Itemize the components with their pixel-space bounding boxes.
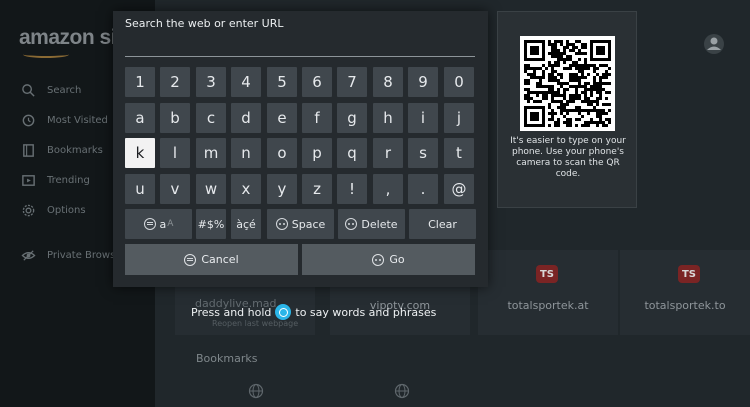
key-h[interactable]: h: [373, 103, 403, 133]
tile-title: totalsportek.to: [644, 299, 726, 312]
go-button[interactable]: Go: [302, 244, 475, 275]
eye-slash-icon: [20, 247, 36, 263]
symbols-key[interactable]: #$%: [196, 209, 226, 239]
key-g[interactable]: g: [337, 103, 367, 133]
search-icon: [20, 82, 36, 98]
key-symbol[interactable]: @: [444, 174, 474, 204]
key-i[interactable]: i: [408, 103, 438, 133]
space-label: Space: [291, 217, 326, 231]
key-x[interactable]: x: [231, 174, 261, 204]
key-z[interactable]: z: [302, 174, 332, 204]
dots-icon: [345, 218, 358, 230]
remote-play-icon: [372, 253, 385, 266]
key-0[interactable]: 0: [444, 67, 474, 97]
dots-icon: [275, 218, 288, 230]
url-field-label: Search the web or enter URL: [125, 17, 284, 30]
key-p[interactable]: p: [302, 138, 332, 168]
qr-panel: It's easier to type on your phone. Use y…: [497, 11, 637, 208]
history-icon: [20, 112, 36, 128]
key-w[interactable]: w: [196, 174, 226, 204]
tile-title: totalsportek.at: [507, 299, 589, 312]
sidebar-item-label: Options: [47, 204, 86, 216]
key-5[interactable]: 5: [267, 67, 297, 97]
key-j[interactable]: j: [444, 103, 474, 133]
bookmark-icon: [20, 142, 36, 158]
key-l[interactable]: l: [160, 138, 190, 168]
key-u[interactable]: u: [125, 174, 155, 204]
voice-hint: Press and hold to say words and phrases: [191, 304, 436, 320]
sidebar-item-label: Bookmarks: [47, 144, 103, 156]
delete-label: Delete: [361, 217, 398, 231]
trending-icon: [20, 172, 36, 188]
key-r[interactable]: r: [373, 138, 403, 168]
qr-code: [520, 36, 615, 131]
sidebar-item-most-visited[interactable]: Most Visited: [20, 110, 108, 130]
qr-hint-text: It's easier to type on your phone. Use y…: [510, 136, 626, 179]
sidebar-item-search[interactable]: Search: [20, 80, 81, 100]
tile-subtitle: Reopen last webpage: [212, 319, 299, 328]
key-4[interactable]: 4: [231, 67, 261, 97]
remote-back-icon: [184, 253, 197, 266]
key-d[interactable]: d: [231, 103, 261, 133]
key-1[interactable]: 1: [125, 67, 155, 97]
go-label: Go: [389, 253, 405, 266]
sidebar-item-private-browsing[interactable]: Private Brows: [20, 245, 115, 265]
key-7[interactable]: 7: [337, 67, 367, 97]
key-e[interactable]: e: [267, 103, 297, 133]
key-symbol[interactable]: .: [408, 174, 438, 204]
key-t[interactable]: t: [444, 138, 474, 168]
sidebar-item-trending[interactable]: Trending: [20, 170, 90, 190]
bookmarks-heading: Bookmarks: [196, 352, 258, 365]
key-y[interactable]: y: [267, 174, 297, 204]
sidebar-item-label: Private Brows: [47, 249, 116, 261]
cancel-label: Cancel: [201, 253, 239, 266]
key-k[interactable]: k: [125, 138, 155, 168]
key-s[interactable]: s: [408, 138, 438, 168]
key-v[interactable]: v: [160, 174, 190, 204]
key-b[interactable]: b: [160, 103, 190, 133]
key-q[interactable]: q: [337, 138, 367, 168]
key-o[interactable]: o: [267, 138, 297, 168]
key-n[interactable]: n: [231, 138, 261, 168]
case-main-label: a: [159, 217, 167, 231]
key-9[interactable]: 9: [408, 67, 438, 97]
keyboard-icon: [143, 218, 156, 230]
key-8[interactable]: 8: [373, 67, 403, 97]
case-alt-label: A: [167, 219, 174, 229]
clear-key[interactable]: Clear: [409, 209, 476, 239]
voice-hint-before: Press and hold: [191, 305, 272, 319]
sidebar-item-options[interactable]: Options: [20, 200, 86, 220]
key-m[interactable]: m: [196, 138, 226, 168]
delete-key[interactable]: Delete: [338, 209, 405, 239]
alexa-button-icon: [275, 304, 292, 320]
sidebar-item-label: Search: [47, 84, 82, 96]
site-badge: TS: [678, 265, 700, 283]
sidebar-item-label: Most Visited: [47, 114, 108, 126]
globe-icon: [394, 383, 410, 399]
keyboard-panel: Search the web or enter URL 1234567890ab…: [113, 11, 488, 287]
cancel-button[interactable]: Cancel: [125, 244, 298, 275]
sidebar-item-bookmarks[interactable]: Bookmarks: [20, 140, 103, 160]
app-logo: amazon si: [19, 26, 117, 58]
site-badge: TS: [536, 265, 558, 283]
sidebar-item-label: Trending: [47, 174, 90, 186]
globe-icon: [248, 383, 264, 399]
key-3[interactable]: 3: [196, 67, 226, 97]
tile-totalsportek-to[interactable]: TS totalsportek.to: [620, 250, 750, 335]
key-2[interactable]: 2: [160, 67, 190, 97]
key-c[interactable]: c: [196, 103, 226, 133]
voice-hint-after: to say words and phrases: [295, 305, 437, 319]
key-symbol[interactable]: !: [337, 174, 367, 204]
user-icon[interactable]: [703, 33, 725, 55]
gear-icon: [20, 202, 36, 218]
url-input[interactable]: [125, 35, 475, 57]
key-6[interactable]: 6: [302, 67, 332, 97]
tile-totalsportek-at[interactable]: TS totalsportek.at: [478, 250, 618, 335]
space-key[interactable]: Space: [267, 209, 334, 239]
key-a[interactable]: a: [125, 103, 155, 133]
accents-key[interactable]: àçé: [231, 209, 261, 239]
case-toggle-key[interactable]: aA: [125, 209, 192, 239]
key-symbol[interactable]: ,: [373, 174, 403, 204]
key-f[interactable]: f: [302, 103, 332, 133]
